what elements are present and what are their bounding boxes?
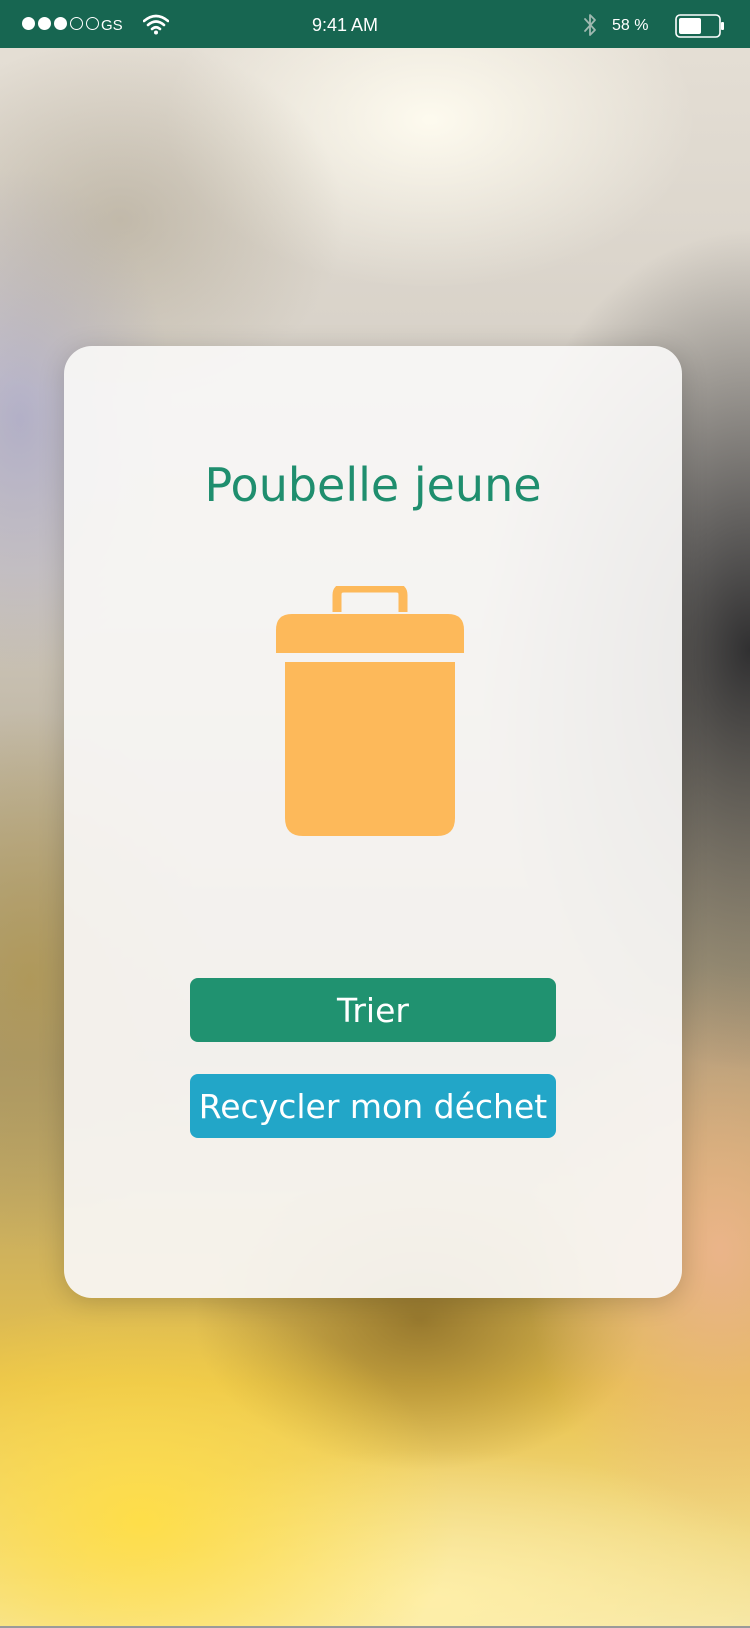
- recycle-waste-button[interactable]: Recycler mon déchet: [190, 1074, 556, 1138]
- battery-icon: [675, 14, 724, 38]
- battery-fill: [679, 18, 701, 34]
- status-bar: GS 9:41 AM 58 %: [0, 0, 750, 48]
- bin-card: Poubelle jeune Trier Recycler mon déchet: [64, 346, 682, 1298]
- battery-percentage: 58 %: [612, 17, 649, 34]
- trash-can-icon: [276, 586, 464, 836]
- bluetooth-icon: [584, 14, 596, 36]
- card-title: Poubelle jeune: [204, 458, 542, 512]
- sort-button[interactable]: Trier: [190, 978, 556, 1042]
